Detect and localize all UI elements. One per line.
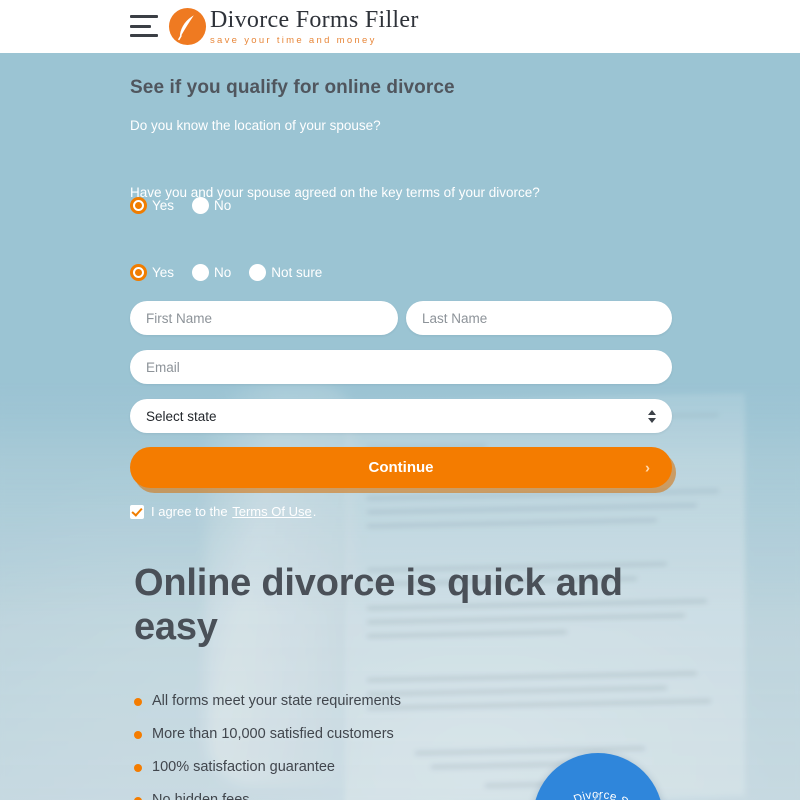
thumbs-up-icon — [593, 793, 602, 800]
terms-of-use-link[interactable]: Terms Of Use — [232, 504, 311, 519]
question-2-radio-group[interactable]: Yes No Not sure — [130, 264, 340, 281]
hamburger-bar — [130, 24, 151, 28]
price-badge: Online Divorce Service $139* — [533, 753, 663, 800]
chevron-right-icon: › — [645, 459, 650, 476]
email-input[interactable] — [130, 350, 672, 384]
radio-dot-icon[interactable] — [192, 264, 210, 281]
radio-label: Yes — [152, 265, 175, 280]
continue-button-label: Continue — [368, 459, 434, 476]
hero-section: See if you qualify for online divorce Do… — [0, 53, 800, 800]
list-item: No hidden fees — [134, 792, 564, 800]
hamburger-icon[interactable] — [130, 15, 158, 37]
agree-checkbox[interactable] — [130, 504, 144, 519]
agree-prefix-text: I agree to the — [151, 504, 228, 519]
continue-button[interactable]: Continue › — [130, 447, 672, 488]
question-1-label: Do you know the location of your spouse? — [130, 118, 381, 133]
updown-stepper-icon[interactable] — [647, 408, 656, 424]
radio-option-q2-yes[interactable]: Yes — [130, 264, 174, 281]
agree-suffix-text: . — [312, 504, 317, 519]
brand-lockup[interactable]: Divorce Forms Filler save your time and … — [210, 8, 419, 46]
brand-tagline: save your time and money — [210, 35, 377, 46]
radio-label: No — [214, 198, 232, 213]
list-item: More than 10,000 satisfied customers — [134, 726, 564, 742]
list-item: 100% satisfaction guarantee — [134, 759, 564, 775]
terms-agreement-row[interactable]: I agree to the Terms Of Use . — [130, 504, 316, 519]
first-name-input[interactable] — [130, 301, 398, 335]
radio-label: Yes — [152, 198, 175, 213]
question-2-label: Have you and your spouse agreed on the k… — [130, 185, 540, 200]
hero-headline: Online divorce is quick and easy — [134, 562, 623, 649]
quill-feather-logo-icon[interactable] — [168, 7, 207, 46]
hamburger-bar — [130, 15, 158, 18]
radio-dot-icon[interactable] — [249, 264, 267, 281]
site-header: Divorce Forms Filler save your time and … — [0, 0, 800, 53]
radio-option-q2-not-sure[interactable]: Not sure — [249, 264, 322, 281]
benefits-list: All forms meet your state requirements M… — [134, 693, 564, 800]
radio-label: No — [214, 265, 232, 280]
state-select-value: Select state — [146, 408, 217, 424]
state-select[interactable]: Select state — [130, 399, 672, 433]
hamburger-bar — [130, 34, 158, 37]
brand-title: Divorce Forms Filler — [210, 7, 419, 33]
radio-label: Not sure — [271, 265, 323, 280]
last-name-input[interactable] — [406, 301, 672, 335]
radio-dot-selected-icon[interactable] — [130, 264, 147, 281]
radio-option-q2-no[interactable]: No — [192, 264, 231, 281]
list-item: All forms meet your state requirements — [134, 693, 564, 709]
page-root: Divorce Forms Filler save your time and … — [0, 0, 800, 800]
qualify-title: See if you qualify for online divorce — [130, 77, 455, 98]
